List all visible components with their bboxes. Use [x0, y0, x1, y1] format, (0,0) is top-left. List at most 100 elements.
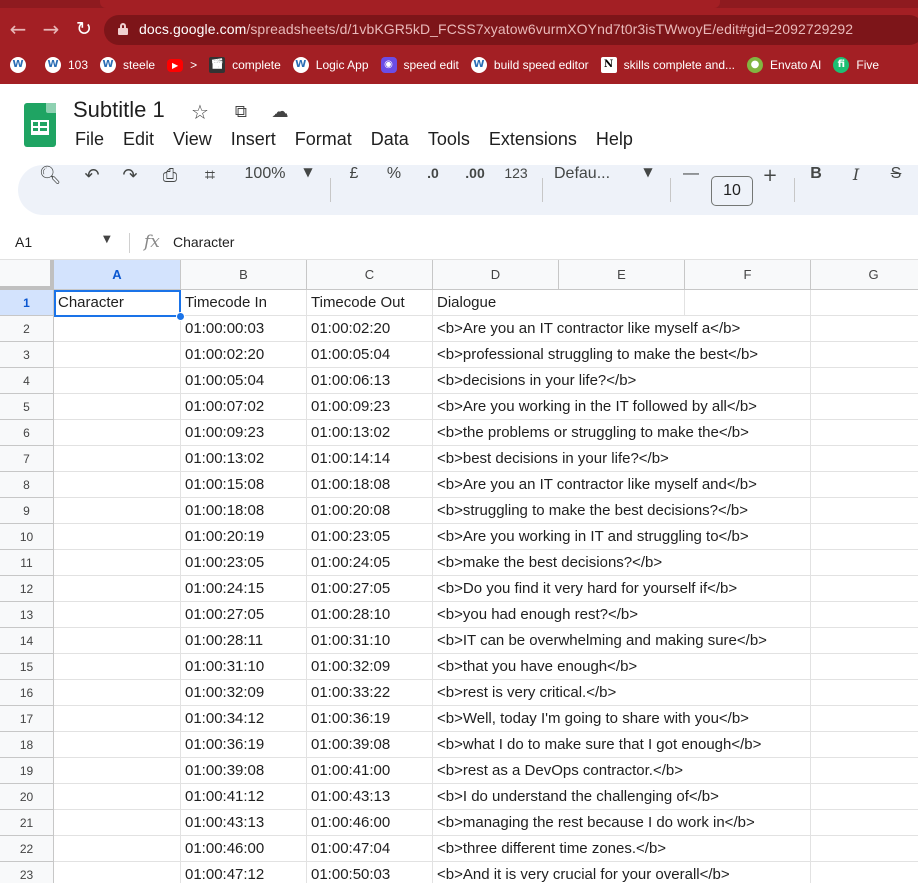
cell-c3[interactable]: 01:00:05:04 [307, 342, 433, 368]
menu-item-format[interactable]: Format [295, 129, 352, 150]
cell-a12[interactable] [54, 576, 181, 602]
menu-item-file[interactable]: File [75, 129, 104, 150]
cell-a20[interactable] [54, 784, 181, 810]
cell-a18[interactable] [54, 732, 181, 758]
cell-f2[interactable] [685, 316, 811, 342]
url-text[interactable]: docs.google.com/spreadsheets/d/1vbKGR5kD… [139, 21, 853, 37]
cell-a5[interactable] [54, 394, 181, 420]
cell-c21[interactable]: 01:00:46:00 [307, 810, 433, 836]
cell-d13[interactable]: <b>you had enough rest?</b> [433, 602, 638, 628]
address-bar[interactable]: docs.google.com/spreadsheets/d/1vbKGR5kD… [104, 15, 918, 45]
search-menus-icon[interactable]: 🔍︎ [36, 165, 64, 215]
cell-f14[interactable] [685, 628, 811, 654]
cell-a11[interactable] [54, 550, 181, 576]
cell-e14[interactable] [559, 628, 685, 654]
cell-g22[interactable] [811, 836, 918, 862]
cell-d4[interactable]: <b>decisions in your life?</b> [433, 368, 636, 394]
cell-c8[interactable]: 01:00:18:08 [307, 472, 433, 498]
cell-c14[interactable]: 01:00:31:10 [307, 628, 433, 654]
cell-a7[interactable] [54, 446, 181, 472]
decrease-font-size-button[interactable]: — [680, 165, 702, 215]
cell-e20[interactable] [559, 784, 685, 810]
cell-b2[interactable]: 01:00:00:03 [181, 316, 307, 342]
row-header[interactable]: 10 [0, 524, 54, 550]
cell-g1[interactable] [811, 290, 918, 316]
cell-a14[interactable] [54, 628, 181, 654]
cell-c10[interactable]: 01:00:23:05 [307, 524, 433, 550]
row-header[interactable]: 1 [0, 290, 54, 316]
cell-e17[interactable] [559, 706, 685, 732]
currency-format-button[interactable]: £ [342, 165, 366, 215]
active-tab[interactable] [100, 0, 720, 8]
forward-arrow-icon[interactable]: → [39, 17, 63, 41]
cell-g16[interactable] [811, 680, 918, 706]
cell-e21[interactable] [559, 810, 685, 836]
cell-f6[interactable] [685, 420, 811, 446]
cell-g11[interactable] [811, 550, 918, 576]
cell-a17[interactable] [54, 706, 181, 732]
paint-format-icon[interactable]: ⌗ [196, 165, 224, 215]
cell-e16[interactable] [559, 680, 685, 706]
cell-a1[interactable]: Character [54, 290, 181, 316]
cell-f4[interactable] [685, 368, 811, 394]
cloud-status-icon[interactable]: ☁ [268, 100, 292, 124]
cell-c9[interactable]: 01:00:20:08 [307, 498, 433, 524]
undo-icon[interactable]: ↶ [78, 165, 106, 215]
redo-icon[interactable]: ↷ [116, 165, 144, 215]
row-header[interactable]: 14 [0, 628, 54, 654]
cell-f22[interactable] [685, 836, 811, 862]
cell-f16[interactable] [685, 680, 811, 706]
cell-e8[interactable] [559, 472, 685, 498]
cell-d22[interactable]: <b>three different time zones.</b> [433, 836, 666, 862]
cell-b4[interactable]: 01:00:05:04 [181, 368, 307, 394]
increase-font-size-button[interactable]: + [758, 165, 782, 215]
lock-icon[interactable] [118, 23, 128, 35]
cell-c18[interactable]: 01:00:39:08 [307, 732, 433, 758]
cell-b1[interactable]: Timecode In [181, 290, 307, 316]
cell-a15[interactable] [54, 654, 181, 680]
cell-d12[interactable]: <b>Do you find it very hard for yourself… [433, 576, 737, 602]
cell-c16[interactable]: 01:00:33:22 [307, 680, 433, 706]
cell-e18[interactable] [559, 732, 685, 758]
row-header[interactable]: 3 [0, 342, 54, 368]
cell-f5[interactable] [685, 394, 811, 420]
back-arrow-icon[interactable]: ← [6, 17, 30, 41]
cell-f11[interactable] [685, 550, 811, 576]
cell-a22[interactable] [54, 836, 181, 862]
cell-d18[interactable]: <b>what I do to make sure that I got eno… [433, 732, 761, 758]
cell-c19[interactable]: 01:00:41:00 [307, 758, 433, 784]
cell-e9[interactable] [559, 498, 685, 524]
cell-a21[interactable] [54, 810, 181, 836]
cell-e4[interactable] [559, 368, 685, 394]
italic-button[interactable]: I [844, 165, 868, 215]
bookmark-item[interactable]: fi Five [833, 57, 879, 73]
cell-a8[interactable] [54, 472, 181, 498]
zoom-chevron-down-icon[interactable]: ▼ [298, 165, 318, 215]
cell-b19[interactable]: 01:00:39:08 [181, 758, 307, 784]
cell-c22[interactable]: 01:00:47:04 [307, 836, 433, 862]
cell-d7[interactable]: <b>best decisions in your life?</b> [433, 446, 669, 472]
column-header-c[interactable]: C [307, 260, 433, 290]
cell-c1[interactable]: Timecode Out [307, 290, 433, 316]
cell-c23[interactable]: 01:00:50:03 [307, 862, 433, 883]
menu-item-insert[interactable]: Insert [231, 129, 276, 150]
column-header-b[interactable]: B [181, 260, 307, 290]
cell-b3[interactable]: 01:00:02:20 [181, 342, 307, 368]
cell-f9[interactable] [685, 498, 811, 524]
cell-c17[interactable]: 01:00:36:19 [307, 706, 433, 732]
cell-g13[interactable] [811, 602, 918, 628]
cell-g2[interactable] [811, 316, 918, 342]
cell-e22[interactable] [559, 836, 685, 862]
reload-icon[interactable]: ↻ [72, 17, 96, 41]
menu-item-extensions[interactable]: Extensions [489, 129, 577, 150]
cell-c13[interactable]: 01:00:28:10 [307, 602, 433, 628]
cell-f21[interactable] [685, 810, 811, 836]
column-header-a[interactable]: A [54, 260, 181, 290]
cell-d23[interactable]: <b>And it is very crucial for your overa… [433, 862, 730, 883]
menu-item-view[interactable]: View [173, 129, 212, 150]
cell-b22[interactable]: 01:00:46:00 [181, 836, 307, 862]
cell-b18[interactable]: 01:00:36:19 [181, 732, 307, 758]
cell-d16[interactable]: <b>rest is very critical.</b> [433, 680, 616, 706]
sheets-logo[interactable] [24, 103, 56, 147]
column-header-f[interactable]: F [685, 260, 811, 290]
